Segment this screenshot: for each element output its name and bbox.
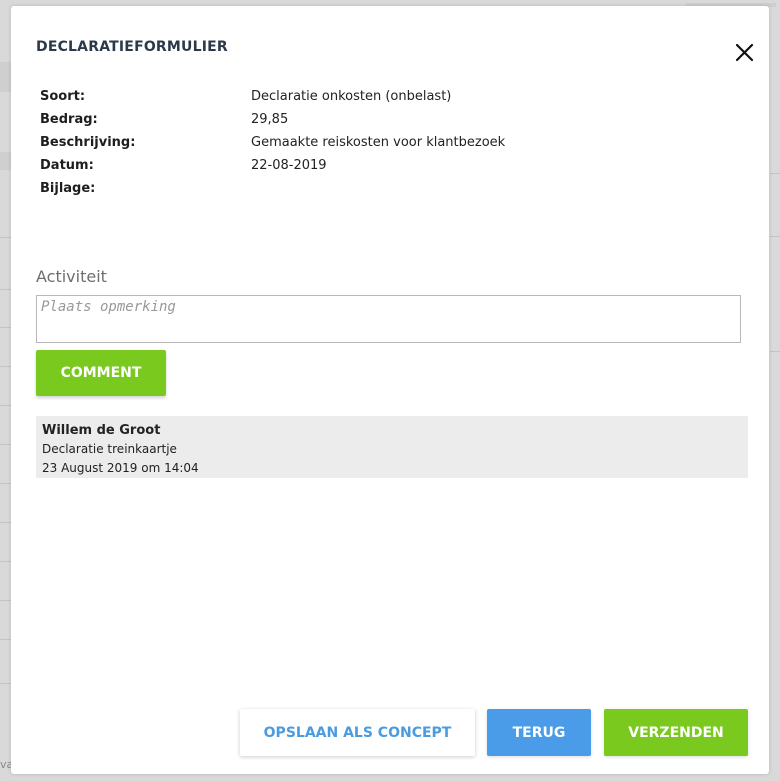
activity-text: Declaratie treinkaartje [42,442,177,456]
detail-row-bedrag: Bedrag: 29,85 [40,112,505,135]
detail-label: Soort: [40,89,86,104]
declaration-modal: DECLARATIEFORMULIER Soort: Declaratie on… [11,6,769,774]
activity-author: Willem de Groot [42,423,161,438]
backdrop-divider [770,236,780,237]
save-concept-button[interactable]: OPSLAAN ALS CONCEPT [240,709,475,756]
modal-title: DECLARATIEFORMULIER [36,39,228,55]
activity-timestamp: 23 August 2019 om 14:04 [42,461,199,475]
declaration-details: Soort: Declaratie onkosten (onbelast) Be… [40,89,505,204]
detail-label: Beschrijving: [40,135,136,150]
activity-item: Willem de Groot Declaratie treinkaartje … [36,416,748,478]
detail-label: Datum: [40,158,94,173]
detail-value: 29,85 [251,112,289,127]
detail-row-soort: Soort: Declaratie onkosten (onbelast) [40,89,505,112]
detail-label: Bedrag: [40,112,98,127]
backdrop-divider [770,173,780,174]
backdrop-divider [770,351,780,352]
detail-label: Bijlage: [40,181,96,196]
detail-row-beschrijving: Beschrijving: Gemaakte reiskosten voor k… [40,135,505,158]
comment-input[interactable] [36,295,741,343]
back-button[interactable]: TERUG [487,709,591,756]
send-button[interactable]: VERZENDEN [604,709,748,756]
detail-value: Declaratie onkosten (onbelast) [251,89,452,104]
activity-heading: Activiteit [36,267,107,286]
detail-value: Gemaakte reiskosten voor klantbezoek [251,135,506,150]
detail-row-bijlage: Bijlage: [40,181,505,204]
close-icon [735,43,754,62]
detail-value: 22-08-2019 [251,158,327,173]
comment-button[interactable]: COMMENT [36,350,166,396]
close-button[interactable] [733,41,757,65]
detail-row-datum: Datum: 22-08-2019 [40,158,505,181]
